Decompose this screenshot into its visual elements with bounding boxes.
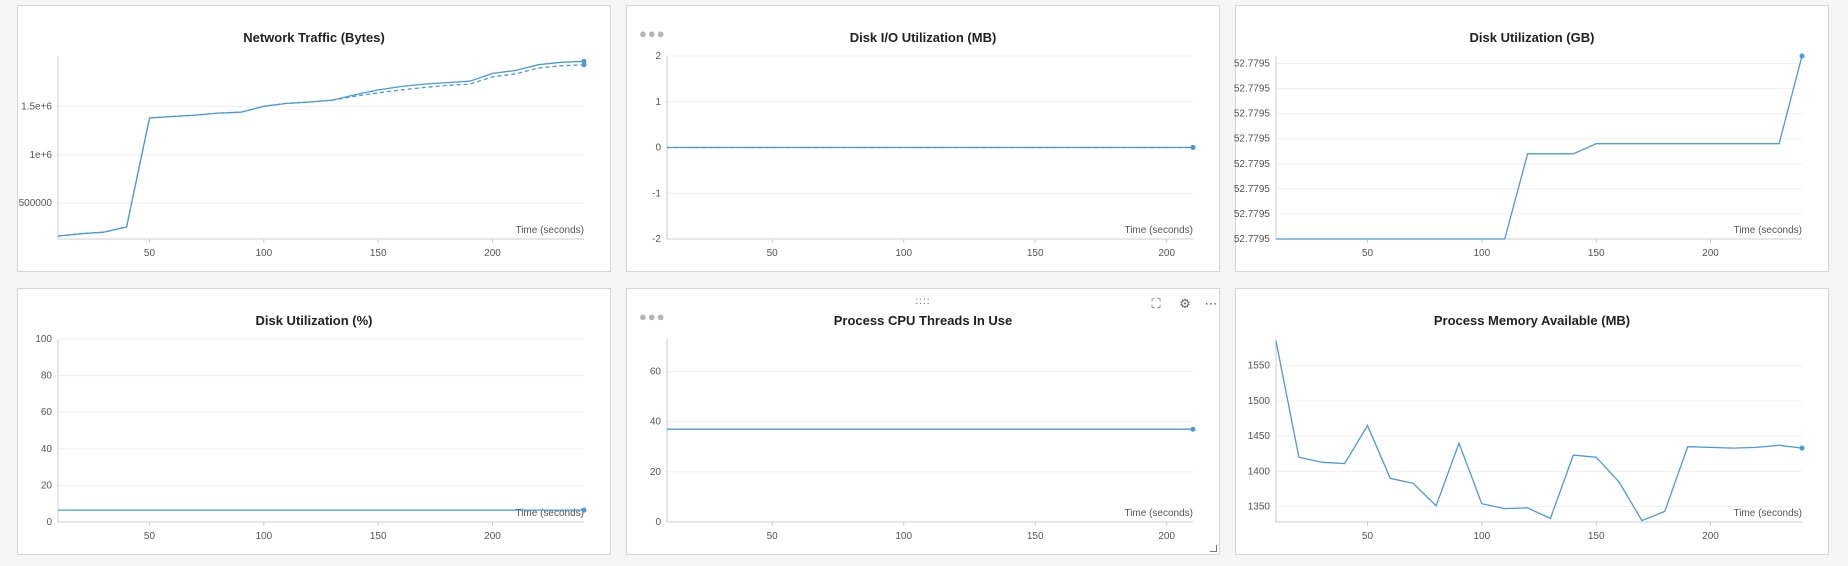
disk-percent-chart: 02040608010050 100 150 200Time (seconds) [35, 334, 587, 542]
y-tick-label: 52.7795 [1234, 234, 1271, 245]
y-tick-label: 1450 [1248, 431, 1271, 442]
x-tick-label: 200 [484, 531, 501, 542]
x-axis-label: Time (seconds) [1124, 508, 1193, 519]
y-tick-label: 2 [655, 51, 661, 62]
x-tick-label: 150 [370, 531, 387, 542]
y-tick-label: 0 [46, 517, 52, 528]
y-tick-label: 1400 [1248, 466, 1271, 477]
series-line [57, 64, 585, 237]
y-tick-label: 500000 [19, 198, 53, 209]
x-tick-label: 50 [144, 248, 156, 259]
panel-disk-percent: Disk Utilization (%) 0 20 40 60 80 100 50 100 15… [17, 288, 611, 555]
series-line [57, 60, 585, 237]
x-axis-label: Time (seconds) [1124, 225, 1193, 236]
y-tick-label: 80 [41, 371, 53, 382]
x-tick-label: 100 [895, 248, 912, 259]
x-tick-label: 50 [1362, 531, 1374, 542]
series-endpoint [1799, 445, 1805, 451]
x-tick-label: 100 [1473, 248, 1490, 259]
memory-chart: 1350 1400 1450 1500 1550 50 100 150 200 Time (sec… [1248, 339, 1805, 542]
panel-cpu-threads: :::: ●●● ⛶ ⚙ ⋯ Process CPU Threads In Us… [626, 288, 1220, 555]
y-tick-label: 20 [650, 467, 662, 478]
y-tick-label: 1350 [1248, 502, 1271, 513]
x-tick-label: 100 [255, 531, 272, 542]
y-tick-label: 52.7795 [1234, 209, 1271, 220]
y-tick-label: 40 [650, 417, 662, 428]
series-endpoint [1799, 53, 1805, 59]
x-tick-label: 150 [1588, 248, 1605, 259]
x-tick-label: 200 [1158, 248, 1175, 259]
y-tick-label: 1500 [1248, 396, 1271, 407]
x-tick-label: 100 [1473, 531, 1490, 542]
panel-network-traffic: Network Traffic (Bytes) 500000 1e+6 1.5e+6… [17, 5, 611, 272]
x-tick-label: 150 [1588, 531, 1605, 542]
x-tick-label: 200 [1702, 531, 1719, 542]
disk-gb-chart: 52.7795 52.7795 52.7795 52.7795 52.7795 52.77… [1234, 53, 1805, 259]
panel-disk-gb: Disk Utilization (GB) 52.7795 52.7795 52.7… [1234, 5, 1829, 272]
series-line [1275, 340, 1803, 522]
y-tick-label: -1 [652, 188, 661, 199]
y-tick-label: 60 [650, 367, 662, 378]
y-tick-label: 1.5e+6 [21, 101, 52, 112]
y-tick-label: 100 [35, 334, 52, 345]
y-tick-label: 60 [41, 407, 53, 418]
series-endpoint [1190, 426, 1196, 432]
x-tick-label: 150 [1027, 248, 1044, 259]
series-line [1276, 55, 1803, 240]
x-tick-label: 200 [1702, 248, 1719, 259]
resize-handle-icon[interactable] [1210, 545, 1217, 552]
y-tick-label: 52.7795 [1234, 59, 1271, 70]
y-tick-label: 52.7795 [1234, 84, 1271, 95]
y-tick-label: 52.7795 [1234, 184, 1271, 195]
x-tick-label: 150 [1027, 531, 1044, 542]
panel-disk-io: ●●● Disk I/O Utilization (MB) -2 -1 0 1 2 50 1… [626, 5, 1220, 272]
x-axis-label: Time (seconds) [1733, 225, 1802, 236]
y-tick-label: 0 [655, 143, 661, 154]
y-tick-label: 40 [41, 444, 53, 455]
y-tick-label: 1e+6 [29, 150, 52, 161]
x-tick-label: 200 [484, 248, 501, 259]
y-tick-label: 52.7795 [1234, 109, 1271, 120]
y-tick-label: 1 [655, 97, 661, 108]
x-axis-label: Time (seconds) [1733, 508, 1802, 519]
network-traffic-chart: 500000 1e+6 1.5e+6 50 100 150 200 Time (seconds… [19, 56, 587, 259]
y-tick-label: 1550 [1248, 361, 1271, 372]
x-tick-label: 50 [767, 248, 779, 259]
cpu-threads-chart: 0 20 40 60 50 100 150 200 Time (seconds) [650, 339, 1196, 542]
y-tick-label: 52.7795 [1234, 134, 1271, 145]
series-endpoint [581, 507, 587, 513]
x-tick-label: 100 [895, 531, 912, 542]
x-tick-label: 100 [255, 248, 272, 259]
y-tick-label: 52.7795 [1234, 159, 1271, 170]
panel-memory: Process Memory Available (MB) 1350 1400 14… [1235, 288, 1829, 555]
x-tick-label: 200 [1158, 531, 1175, 542]
disk-io-chart: -2 -1 0 1 2 50 100 150 200 Time (seconds) [652, 51, 1196, 259]
series-endpoint [1190, 145, 1196, 150]
x-tick-label: 150 [370, 248, 387, 259]
y-tick-label: 20 [41, 480, 53, 491]
y-tick-label: 0 [655, 517, 661, 528]
series-endpoint [581, 62, 587, 68]
x-tick-label: 50 [767, 531, 779, 542]
x-axis-label: Time (seconds) [515, 225, 584, 236]
x-tick-label: 50 [1362, 248, 1374, 259]
x-tick-label: 50 [144, 531, 156, 542]
y-tick-label: -2 [652, 234, 661, 245]
